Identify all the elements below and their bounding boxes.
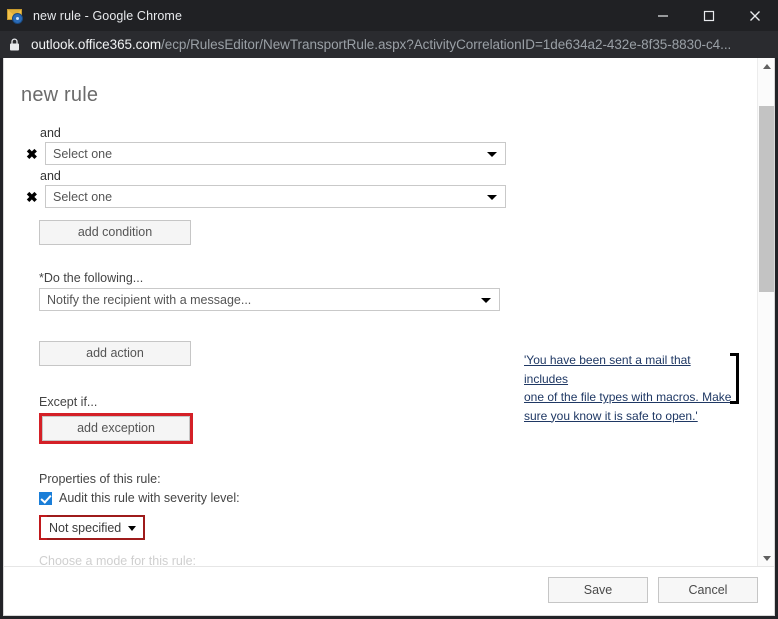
conjunction-label-2: and [40, 169, 61, 183]
vertical-scrollbar[interactable] [757, 58, 774, 567]
chevron-down-icon [128, 525, 136, 531]
minimize-icon[interactable] [640, 0, 686, 31]
severity-select[interactable]: Not specified [41, 517, 143, 538]
title-bar: new rule - Google Chrome [0, 0, 778, 31]
audit-checkbox-row: Audit this rule with severity level: [39, 490, 752, 506]
window-title: new rule - Google Chrome [33, 8, 182, 23]
url-path: /ecp/RulesEditor/NewTransportRule.aspx?A… [161, 37, 732, 52]
scroll-down-arrow-icon[interactable] [758, 550, 775, 567]
maximize-icon[interactable] [686, 0, 732, 31]
note-line-1: 'You have been sent a mail that includes [524, 353, 691, 386]
add-condition-button[interactable]: add condition [39, 220, 191, 245]
condition-select-1-value: Select one [53, 146, 113, 161]
condition-row-2: ✖ Select one [26, 185, 752, 208]
note-line-3: sure you know it is safe to open.' [524, 408, 698, 423]
page-viewport: new rule and ✖ Select one and ✖ Select o… [3, 58, 775, 616]
url-bar[interactable]: outlook.office365.com/ecp/RulesEditor/Ne… [0, 31, 778, 58]
condition-select-2-value: Select one [53, 189, 113, 204]
chevron-down-icon [487, 194, 497, 200]
audit-label: Audit this rule with severity level: [59, 491, 240, 505]
bracket-annotation [730, 353, 739, 404]
url-text: outlook.office365.com/ecp/RulesEditor/Ne… [31, 37, 731, 52]
conjunction-label-1: and [40, 126, 61, 140]
chevron-down-icon [481, 297, 491, 303]
save-button[interactable]: Save [548, 577, 648, 603]
add-exception-button[interactable]: add exception [42, 416, 190, 441]
condition-select-1[interactable]: Select one [45, 142, 506, 165]
audit-checkbox[interactable] [39, 491, 52, 505]
footer-bar: Save Cancel [4, 566, 774, 615]
cancel-button[interactable]: Cancel [658, 577, 758, 603]
window-controls [640, 0, 778, 31]
chevron-down-icon [487, 151, 497, 157]
remove-x-icon[interactable]: ✖ [26, 147, 42, 161]
action-select-value: Notify the recipient with a message... [47, 292, 252, 307]
severity-select-value: Not specified [49, 520, 122, 535]
severity-highlight: Not specified [39, 515, 145, 540]
page-title: new rule [21, 84, 99, 106]
condition-row-1: ✖ Select one [26, 142, 752, 165]
url-domain: outlook.office365.com [31, 37, 162, 52]
condition-select-2[interactable]: Select one [45, 185, 506, 208]
lock-icon [9, 37, 22, 52]
do-the-following-label: *Do the following... [39, 271, 144, 285]
scrollbar-thumb[interactable] [759, 106, 774, 292]
browser-window: new rule - Google Chrome outlook.office3… [0, 0, 778, 619]
close-icon[interactable] [732, 0, 778, 31]
page-content: new rule and ✖ Select one and ✖ Select o… [3, 58, 775, 616]
add-action-button[interactable]: add action [39, 341, 191, 366]
scroll-up-arrow-icon[interactable] [758, 58, 775, 75]
properties-label: Properties of this rule: [39, 472, 161, 486]
remove-x-icon[interactable]: ✖ [26, 190, 42, 204]
message-text-annotation: 'You have been sent a mail that includes… [524, 351, 739, 425]
rule-form: and ✖ Select one and ✖ Select one add co… [4, 126, 752, 567]
note-line-2: one of the file types with macros. Make [524, 390, 732, 404]
add-exception-highlight: add exception [39, 413, 193, 444]
form-scroll-region: and ✖ Select one and ✖ Select one add co… [4, 126, 774, 567]
footer-buttons: Save Cancel [548, 577, 758, 603]
mail-gear-icon [7, 8, 25, 24]
action-select[interactable]: Notify the recipient with a message... [39, 288, 500, 311]
